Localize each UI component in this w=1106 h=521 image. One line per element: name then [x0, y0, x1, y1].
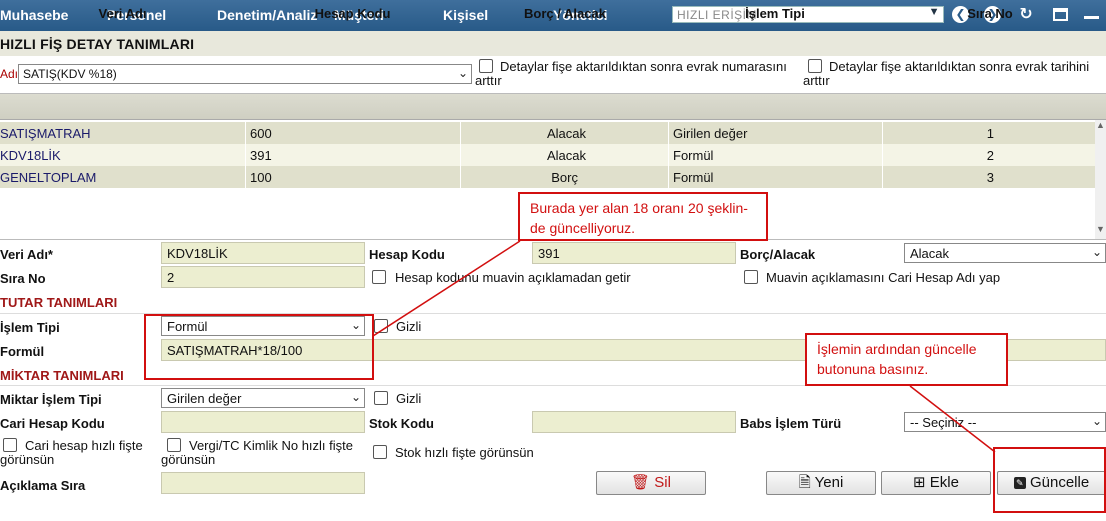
- annotation-callout-formula: Burada yer alan 18 oranı 20 şeklin- de g…: [518, 192, 768, 241]
- callout-text: de güncelliyoruz.: [530, 220, 636, 236]
- formula-highlight-box: [144, 314, 374, 380]
- callout-text: İşlemin ardından güncelle: [817, 341, 977, 357]
- annotation-arrows: [372, 240, 996, 453]
- annotation-line: [909, 385, 996, 453]
- annotation-line: [372, 240, 521, 337]
- guncelle-highlight-box: [993, 447, 1106, 513]
- annotation-callout-update: İşlemin ardından güncelle butonuna basın…: [805, 333, 1008, 386]
- callout-text: Burada yer alan 18 oranı 20 şeklin-: [530, 200, 748, 216]
- callout-text: butonuna basınız.: [817, 361, 929, 377]
